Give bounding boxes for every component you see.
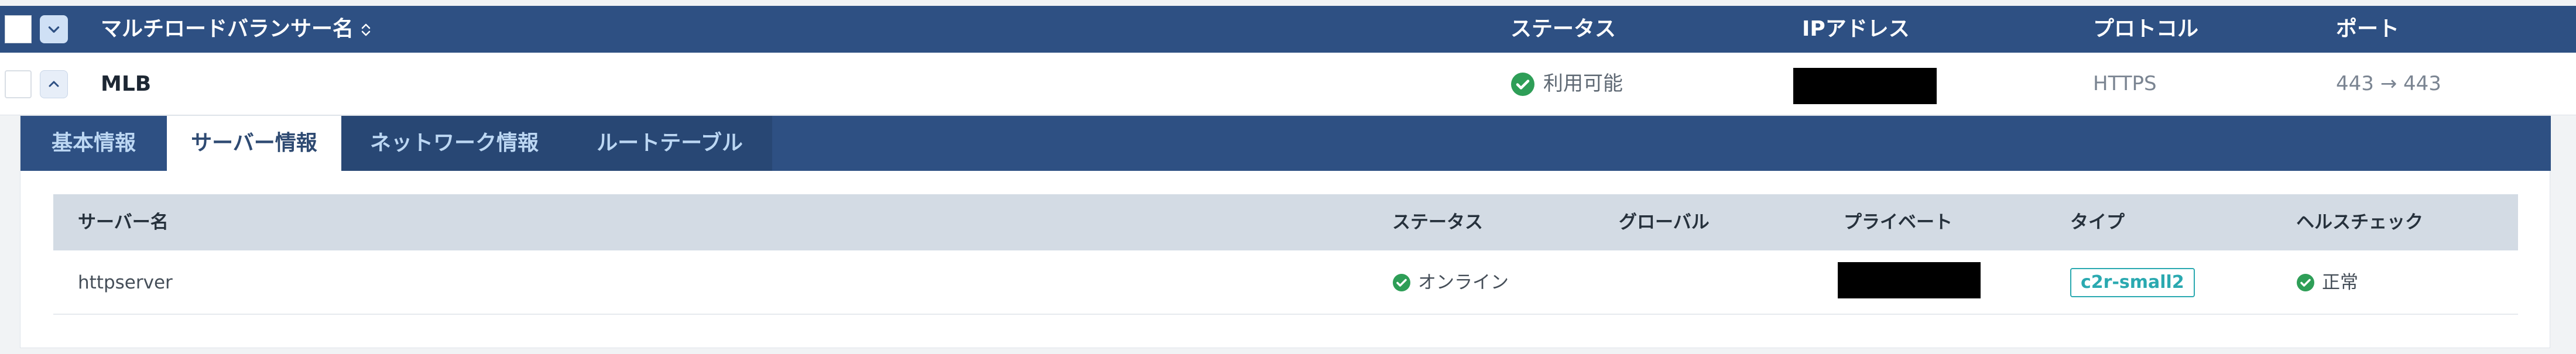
column-header-private: プライベート: [1844, 212, 1952, 233]
collapse-row-button[interactable]: [40, 70, 68, 98]
column-header-global: グローバル: [1619, 212, 1710, 233]
column-header-ip: IPアドレス: [1802, 17, 1910, 41]
tab-server-info[interactable]: サーバー情報: [167, 116, 341, 171]
column-header-port: ポート: [2336, 17, 2400, 41]
bulk-action-dropdown[interactable]: [40, 15, 68, 43]
lb-status-label: 利用可能: [1543, 72, 1623, 95]
server-status-label: オンライン: [1418, 272, 1509, 293]
detail-tabs: 基本情報 サーバー情報 ネットワーク情報 ルートテーブル: [20, 116, 2551, 171]
tab-network-info[interactable]: ネットワーク情報: [341, 116, 567, 171]
column-header-name-label: マルチロードバランサー名: [101, 17, 354, 41]
table-row[interactable]: MLB 利用可能 HTTPS 443 → 443: [0, 53, 2576, 115]
check-circle-icon: [2297, 274, 2314, 291]
tab-route-table[interactable]: ルートテーブル: [567, 116, 772, 171]
column-header-status: ステータス: [1510, 17, 1616, 41]
lb-port: 443 → 443: [2336, 72, 2441, 95]
check-circle-icon: [1511, 72, 1534, 96]
chevron-up-icon: [49, 81, 59, 87]
row-checkbox[interactable]: [5, 70, 32, 98]
column-header-name[interactable]: マルチロードバランサー名: [101, 6, 372, 53]
server-type-badge: c2r-small2: [2070, 268, 2195, 297]
server-type: c2r-small2: [2070, 250, 2195, 315]
health-check-label: 正常: [2322, 272, 2358, 293]
tab-basic-info[interactable]: 基本情報: [20, 116, 167, 171]
server-name[interactable]: httpserver: [78, 250, 173, 315]
check-circle-icon: [1393, 274, 1410, 291]
health-check: 正常: [2296, 250, 2358, 315]
column-header-health-check: ヘルスチェック: [2296, 212, 2423, 233]
lb-status: 利用可能: [1510, 53, 1623, 115]
column-header-protocol: プロトコル: [2093, 17, 2199, 41]
chevron-down-icon: [48, 26, 60, 33]
table-header: マルチロードバランサー名 ステータス IPアドレス プロトコル ポート: [0, 6, 2576, 53]
select-all-checkbox[interactable]: [5, 15, 32, 43]
column-header-server-name: サーバー名: [78, 212, 169, 233]
table-row[interactable]: httpserver オンライン c2r-small2 正常: [53, 250, 2518, 315]
column-header-server-status: ステータス: [1392, 212, 1483, 233]
server-table-header: サーバー名 ステータス グローバル プライベート タイプ ヘルスチェック: [53, 194, 2518, 250]
column-header-type: タイプ: [2070, 212, 2125, 233]
private-ip-redacted: [1838, 262, 1981, 298]
ip-address-redacted: [1793, 68, 1937, 104]
server-status: オンライン: [1392, 250, 1509, 315]
lb-protocol: HTTPS: [2093, 72, 2157, 95]
sort-icon[interactable]: [359, 21, 372, 39]
detail-panel: 基本情報 サーバー情報 ネットワーク情報 ルートテーブル サーバー名 ステータス…: [20, 115, 2551, 348]
load-balancer-name[interactable]: MLB: [101, 53, 151, 115]
